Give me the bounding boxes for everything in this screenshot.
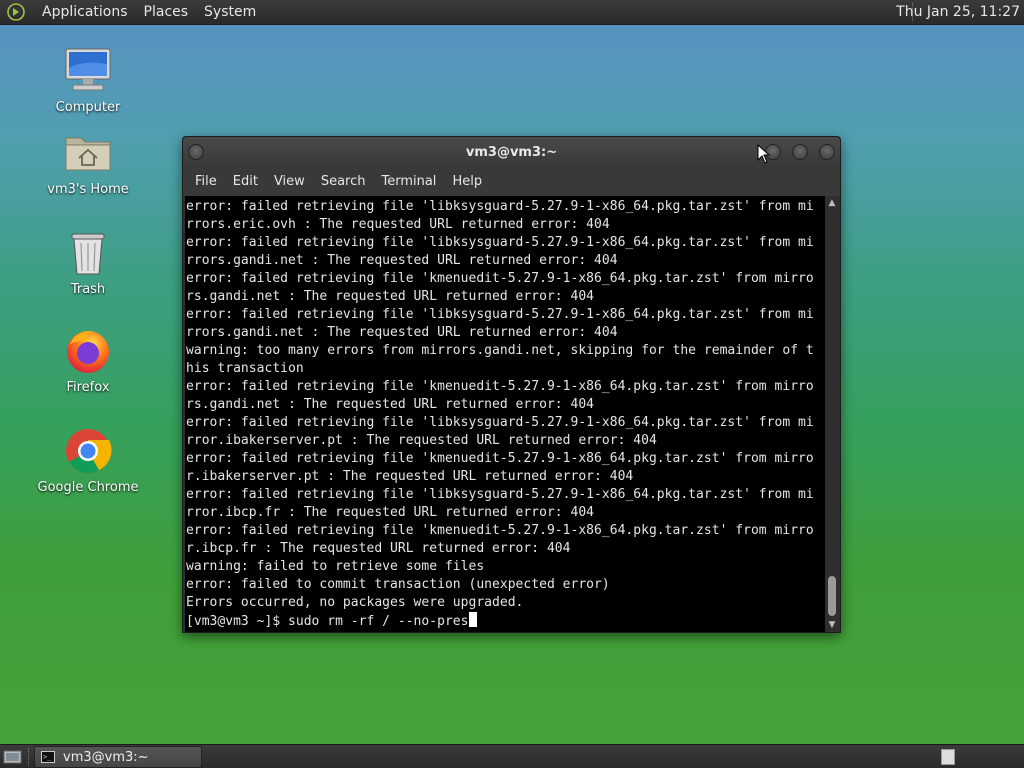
system-menu[interactable]: System <box>196 0 264 25</box>
terminal-line: warning: failed to retrieve some files <box>186 559 485 574</box>
menu-terminal[interactable]: Terminal <box>373 168 444 196</box>
command-line[interactable]: [vm3@vm3 ~]$ sudo rm -rf / --no-pres <box>185 612 825 631</box>
scroll-up-arrow-icon[interactable]: ▲ <box>827 198 837 208</box>
window-menu-button[interactable] <box>188 144 204 160</box>
terminal-line: r.ibcp.fr : The requested URL returned e… <box>186 541 571 556</box>
terminal-line: error: failed retrieving file 'kmenuedit… <box>186 451 814 466</box>
command-input[interactable]: sudo rm -rf / --no-pres <box>288 614 468 629</box>
taskbar-item-label: vm3@vm3:~ <box>63 749 149 765</box>
chrome-icon <box>63 426 113 476</box>
desktop-icon-label: Google Chrome <box>37 480 139 495</box>
shell-prompt: [vm3@vm3 ~]$ <box>186 614 289 629</box>
terminal-line: rrors.eric.ovh : The requested URL retur… <box>186 217 610 232</box>
desktop-icon-label: Firefox <box>66 380 110 395</box>
menu-file[interactable]: File <box>187 168 225 196</box>
workspace-switcher[interactable] <box>941 749 955 765</box>
terminal-line: error: failed retrieving file 'libksysgu… <box>186 235 814 250</box>
terminal-scrollbar[interactable]: ▲ ▼ <box>825 196 839 632</box>
window-title: vm3@vm3:~ <box>465 145 558 160</box>
mouse-pointer-icon <box>757 144 771 164</box>
terminal-line: rrors.gandi.net : The requested URL retu… <box>186 253 618 268</box>
terminal-line: error: failed retrieving file 'kmenuedit… <box>186 523 814 538</box>
terminal-line: Errors occurred, no packages were upgrad… <box>186 595 524 610</box>
terminal-line: error: failed retrieving file 'kmenuedit… <box>186 379 814 394</box>
terminal-line: error: failed retrieving file 'libksysgu… <box>186 199 814 214</box>
terminal-line: error: failed retrieving file 'kmenuedit… <box>186 271 814 286</box>
terminal-line: rror.ibcp.fr : The requested URL returne… <box>186 505 595 520</box>
show-desktop-icon[interactable] <box>2 747 24 767</box>
close-button[interactable] <box>819 144 835 160</box>
desktop-icon-chrome[interactable]: Google Chrome <box>28 426 148 495</box>
distro-logo-icon[interactable] <box>6 2 26 22</box>
trash-icon <box>63 228 113 278</box>
terminal-output[interactable]: error: failed retrieving file 'libksysgu… <box>185 196 825 632</box>
applications-menu[interactable]: Applications <box>34 0 136 25</box>
desktop-icon-label: vm3's Home <box>47 182 129 197</box>
terminal-line: rs.gandi.net : The requested URL returne… <box>186 397 595 412</box>
menu-edit[interactable]: Edit <box>225 168 266 196</box>
maximize-button[interactable] <box>792 144 808 160</box>
scroll-down-arrow-icon[interactable]: ▼ <box>827 620 837 630</box>
clock[interactable]: Thu Jan 25, 11:27 <box>896 0 1020 25</box>
top-panel: Applications Places System Thu Jan 25, 1… <box>0 0 1024 25</box>
home-folder-icon <box>63 128 113 178</box>
text-cursor <box>468 612 477 627</box>
terminal-line: his transaction <box>186 361 304 376</box>
window-titlebar[interactable]: vm3@vm3:~ <box>183 137 840 168</box>
terminal-line: rrors.gandi.net : The requested URL retu… <box>186 325 618 340</box>
desktop-icon-firefox[interactable]: Firefox <box>28 326 148 395</box>
menu-help[interactable]: Help <box>444 168 490 196</box>
terminal-line: error: failed retrieving file 'libksysgu… <box>186 415 814 430</box>
desktop-icon-label: Computer <box>55 100 121 115</box>
menu-search[interactable]: Search <box>313 168 374 196</box>
terminal-line: warning: too many errors from mirrors.ga… <box>186 343 814 358</box>
firefox-icon <box>63 326 113 376</box>
desktop-icon-computer[interactable]: Computer <box>28 46 148 115</box>
terminal-icon: >_ <box>41 751 55 763</box>
desktop-icon-trash[interactable]: Trash <box>28 228 148 297</box>
terminal-line: r.ibakerserver.pt : The requested URL re… <box>186 469 634 484</box>
taskbar-item-terminal[interactable]: >_ vm3@vm3:~ <box>34 746 202 768</box>
terminal-window[interactable]: vm3@vm3:~ File Edit View Search Terminal… <box>182 136 841 633</box>
terminal-line: rror.ibakerserver.pt : The requested URL… <box>186 433 657 448</box>
terminal-line: error: failed retrieving file 'libksysgu… <box>186 487 814 502</box>
menu-view[interactable]: View <box>266 168 313 196</box>
desktop-icon-label: Trash <box>70 282 106 297</box>
scrollbar-thumb[interactable] <box>828 576 836 616</box>
panel-separator <box>28 748 32 766</box>
computer-icon <box>63 46 113 96</box>
bottom-panel: >_ vm3@vm3:~ <box>0 744 1024 768</box>
terminal-line: rs.gandi.net : The requested URL returne… <box>186 289 595 304</box>
terminal-line: error: failed retrieving file 'libksysgu… <box>186 307 814 322</box>
terminal-line: error: failed to commit transaction (une… <box>186 577 610 592</box>
terminal-menubar: File Edit View Search Terminal Help <box>183 168 840 196</box>
places-menu[interactable]: Places <box>136 0 197 25</box>
desktop-icon-home[interactable]: vm3's Home <box>28 128 148 197</box>
